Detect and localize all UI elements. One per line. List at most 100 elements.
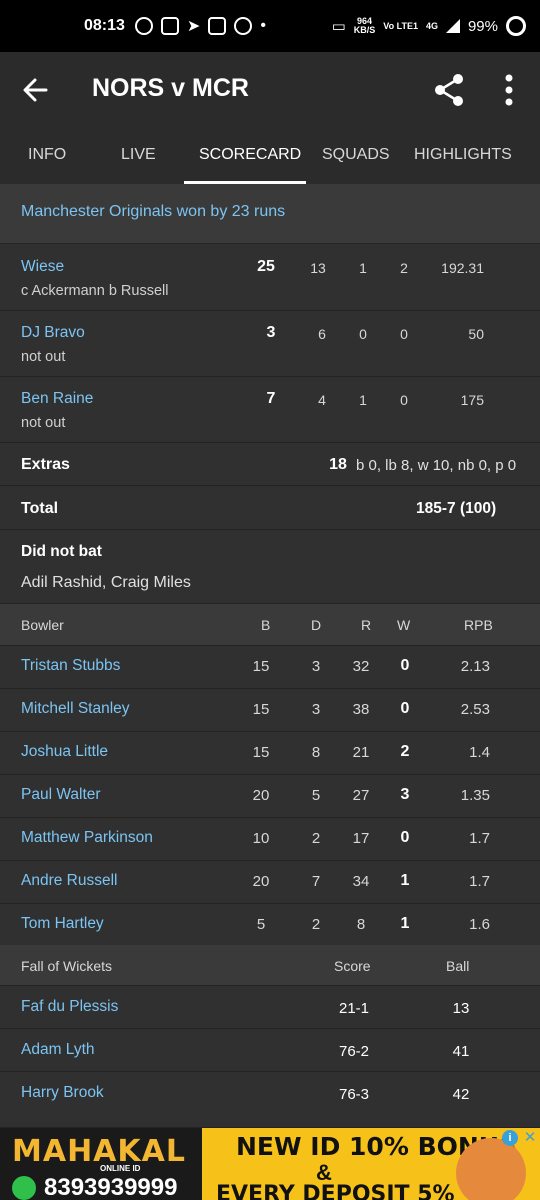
whatsapp-icon [134,17,153,35]
bowler-dots: 3 [311,658,321,675]
app-grid-icon [234,17,253,35]
page-title: NORS v MCR [92,74,249,102]
tab-info[interactable]: INFO [28,146,66,164]
telegram-icon: ➤ [186,18,201,35]
tab-bar: INFO LIVE SCORECARD SQUADS HIGHLIGHTS [0,130,540,184]
batter-dismissal: not out [21,349,66,365]
extras-label: Extras [21,456,70,473]
wickets-col-header: W [397,617,411,633]
speed-indicator: 964 KB/S [354,17,376,35]
fow-score-col-header: Score [334,958,371,974]
bowler-runs: 27 [352,787,370,804]
batter-fours: 1 [359,260,367,276]
fow-ball-col-header: Ball [446,958,470,974]
bowler-rpb: 1.7 [469,873,490,890]
bowler-wickets: 0 [400,700,410,717]
batter-name[interactable]: Ben Raine [21,390,93,408]
tab-squads[interactable]: SQUADS [322,146,390,164]
ad-info-icon[interactable]: i [502,1130,518,1146]
bowler-name[interactable]: Tristan Stubbs [21,657,120,675]
bowler-wickets: 3 [400,786,410,803]
did-not-bat-players: Adil Rashid, Craig Miles [21,574,191,591]
fow-row: Harry Brook 76-3 42 [0,1072,540,1128]
bowler-rpb: 2.53 [460,701,490,718]
u-app-icon [208,17,227,35]
extras-total: 18 [329,456,347,473]
bowling-header: Bowler B D R W RPB [0,604,540,646]
bowler-wickets: 2 [400,743,410,760]
bowler-name[interactable]: Matthew Parkinson [21,829,153,847]
tab-live[interactable]: LIVE [121,146,156,164]
fow-batter-name[interactable]: Adam Lyth [21,1041,95,1059]
bowler-row: Mitchell Stanley 15 3 38 0 2.53 [0,689,540,732]
bowler-runs: 21 [352,744,370,761]
bowler-runs: 17 [352,830,370,847]
battery-icon [506,16,526,36]
batter-name[interactable]: DJ Bravo [21,324,85,342]
batter-fours: 0 [359,326,367,342]
bowler-name[interactable]: Paul Walter [21,786,101,804]
batter-sr: 50 [468,326,484,342]
bowler-row: Paul Walter 20 5 27 3 1.35 [0,775,540,818]
bowler-row: Tom Hartley 5 2 8 1 1.6 [0,904,540,947]
battery-percent: 99% [467,17,498,35]
bowler-balls: 15 [252,701,270,718]
total-value: 185-7 (100) [416,500,497,517]
bowler-wickets: 1 [400,915,410,932]
batter-name[interactable]: Wiese [21,258,64,276]
more-vert-icon [505,74,513,106]
did-not-bat-row: Did not bat Adil Rashid, Craig Miles [0,530,540,604]
match-result: Manchester Originals won by 23 runs [21,203,286,220]
bowler-name[interactable]: Tom Hartley [21,915,104,933]
share-button[interactable] [432,70,466,110]
ad-close-icon[interactable]: ✕ [522,1130,538,1146]
total-row: Total 185-7 (100) [0,486,540,530]
bowler-balls: 20 [252,787,270,804]
signal-icon [445,19,460,33]
back-button[interactable] [18,72,54,108]
ad-brand-panel: MAHAKAL ONLINE ID 8393939999 [0,1128,202,1200]
bowler-balls: 15 [252,658,270,675]
batter-row: Ben Raine not out 7 4 1 0 175 [0,377,540,443]
more-options-button[interactable] [494,70,524,110]
ad-person-image [456,1138,526,1200]
fow-row: Adam Lyth 76-2 41 [0,1029,540,1072]
runs-col-header: R [361,617,372,633]
whatsapp-icon [12,1176,36,1200]
bowler-dots: 7 [311,873,321,890]
bowler-rpb: 1.6 [469,916,490,933]
back-arrow-icon [23,78,48,102]
vibrate-icon: ▭ [331,18,346,35]
bowler-wickets: 0 [400,657,410,674]
total-label: Total [21,500,59,517]
speed-unit: KB/S [353,25,376,35]
dot-icon: • [260,17,266,34]
tab-highlights[interactable]: HIGHLIGHTS [414,146,512,164]
bowler-runs: 38 [352,701,370,718]
bowler-dots: 2 [311,830,321,847]
bowler-wickets: 1 [400,872,410,889]
bowler-name[interactable]: Mitchell Stanley [21,700,130,718]
fow-score: 76-2 [338,1043,370,1060]
fow-ball: 13 [452,1000,470,1017]
bowler-balls: 15 [252,744,270,761]
bowler-rpb: 2.13 [460,658,490,675]
fow-batter-name[interactable]: Harry Brook [21,1084,104,1102]
bowler-dots: 8 [311,744,321,761]
fow-ball: 42 [452,1086,470,1103]
bowler-dots: 3 [311,701,321,718]
instagram-icon [160,17,179,35]
batter-sr: 192.31 [441,260,484,276]
app-bar: NORS v MCR [0,52,540,130]
network-type: 4G [425,20,438,31]
fow-batter-name[interactable]: Faf du Plessis [21,998,118,1016]
bowler-name[interactable]: Joshua Little [21,743,108,761]
did-not-bat-label: Did not bat [21,543,102,560]
bowler-name[interactable]: Andre Russell [21,872,118,890]
tab-scorecard[interactable]: SCORECARD [199,146,301,164]
ad-banner[interactable]: MAHAKAL ONLINE ID 8393939999 NEW ID 10% … [0,1128,540,1200]
bowler-dots: 5 [311,787,321,804]
batter-sixes: 0 [400,392,408,408]
fow-row: Faf du Plessis 21-1 13 [0,986,540,1029]
batter-runs: 3 [266,324,276,341]
